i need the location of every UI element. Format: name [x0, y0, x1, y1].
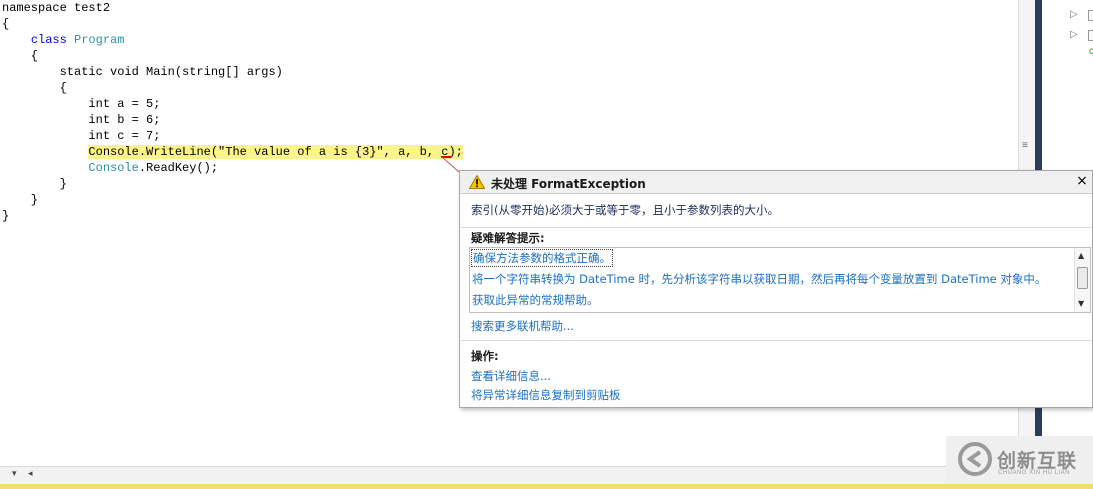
- code-line[interactable]: }: [2, 192, 38, 208]
- troubleshooting-tips-heading: 疑难解答提示:: [471, 231, 545, 245]
- scroll-down-icon[interactable]: ▼: [1078, 299, 1084, 309]
- current-statement: Console.WriteLine("The value of a is {3}…: [88, 145, 463, 159]
- code-line[interactable]: }: [2, 208, 9, 224]
- code-token: int c = 7;: [88, 129, 161, 143]
- code-line[interactable]: {: [2, 16, 9, 32]
- view-details-link[interactable]: 查看详细信息...: [471, 368, 551, 384]
- code-line[interactable]: Console.WriteLine("The value of a is {3}…: [2, 144, 463, 160]
- status-strip: [0, 484, 1093, 489]
- code-token: Program: [74, 33, 125, 47]
- tree-expand-icon[interactable]: ▷: [1070, 29, 1078, 40]
- file-icon: [1088, 10, 1093, 21]
- watermark-text: 创新互联: [997, 451, 1078, 472]
- scroll-grip-icon: ≡: [1022, 140, 1028, 151]
- code-token: namespace test2: [2, 1, 111, 15]
- code-token: {: [2, 81, 67, 95]
- code-token: int b = 6;: [88, 113, 161, 127]
- exception-header: 未处理 FormatException ×: [460, 171, 1092, 194]
- watermark: 创新互联 CHUANG XIN HU LIAN: [946, 436, 1093, 484]
- search-online-help-link[interactable]: 搜索更多联机帮助...: [471, 318, 574, 334]
- code-token: Console: [88, 161, 139, 175]
- code-line[interactable]: {: [2, 48, 38, 64]
- editor-horizontal-scrollbar[interactable]: ▾ ◂: [0, 466, 946, 484]
- code-token: }: [2, 193, 39, 207]
- code-line[interactable]: class Program: [2, 32, 125, 48]
- code-line[interactable]: static void Main(string[] args): [2, 64, 283, 80]
- code-line[interactable]: Console.ReadKey();: [2, 160, 218, 176]
- tip-link-check-arguments[interactable]: 确保方法参数的格式正确。: [471, 249, 613, 267]
- tip-link-general-help[interactable]: 获取此异常的常规帮助。: [472, 292, 599, 308]
- code-line[interactable]: int c = 7;: [2, 128, 160, 144]
- code-line[interactable]: int b = 6;: [2, 112, 160, 128]
- watermark-logo-icon: [958, 442, 992, 476]
- code-token: {: [2, 17, 10, 31]
- code-line[interactable]: namespace test2: [2, 0, 110, 16]
- watermark-subtext: CHUANG XIN HU LIAN: [998, 470, 1071, 476]
- file-icon: [1088, 30, 1093, 41]
- scroll-thumb[interactable]: [1077, 267, 1088, 289]
- code-token: int a = 5;: [88, 97, 161, 111]
- actions-heading: 操作:: [471, 349, 499, 363]
- close-icon[interactable]: ×: [1074, 173, 1090, 189]
- exception-message: 索引(从零开始)必须大于或等于零，且小于参数列表的大小。: [471, 203, 779, 217]
- troubleshooting-tips-list[interactable]: 确保方法参数的格式正确。 将一个字符串转换为 DateTime 时，先分析该字符…: [469, 247, 1091, 313]
- class-icon: c: [1089, 46, 1093, 57]
- tree-expand-icon[interactable]: ▷: [1070, 9, 1078, 20]
- code-token: }: [2, 177, 67, 191]
- scroll-up-icon[interactable]: ▲: [1078, 251, 1084, 261]
- exception-assistant-popup: 未处理 FormatException × 索引(从零开始)必须大于或等于零，且…: [459, 170, 1093, 408]
- code-line[interactable]: {: [2, 80, 67, 96]
- code-token: class: [30, 33, 67, 47]
- code-line[interactable]: }: [2, 176, 67, 192]
- code-token: static void Main(string[] args): [59, 65, 283, 79]
- warning-triangle-icon: [469, 175, 485, 189]
- divider: [461, 340, 1091, 341]
- exception-title: 未处理 FormatException: [491, 177, 646, 191]
- tip-link-datetime[interactable]: 将一个字符串转换为 DateTime 时，先分析该字符串以获取日期，然后再将每个…: [472, 271, 1046, 287]
- dropdown-arrow-icon[interactable]: ▾: [12, 468, 17, 479]
- tips-scrollbar[interactable]: ▲ ▼: [1074, 248, 1090, 312]
- copy-to-clipboard-link[interactable]: 将异常详细信息复制到剪贴板: [471, 387, 621, 403]
- code-line[interactable]: int a = 5;: [2, 96, 160, 112]
- code-token: }: [2, 209, 10, 223]
- code-token: {: [2, 49, 39, 63]
- scroll-left-icon[interactable]: ◂: [28, 468, 33, 479]
- code-token: .ReadKey();: [138, 161, 219, 175]
- divider: [461, 227, 1091, 228]
